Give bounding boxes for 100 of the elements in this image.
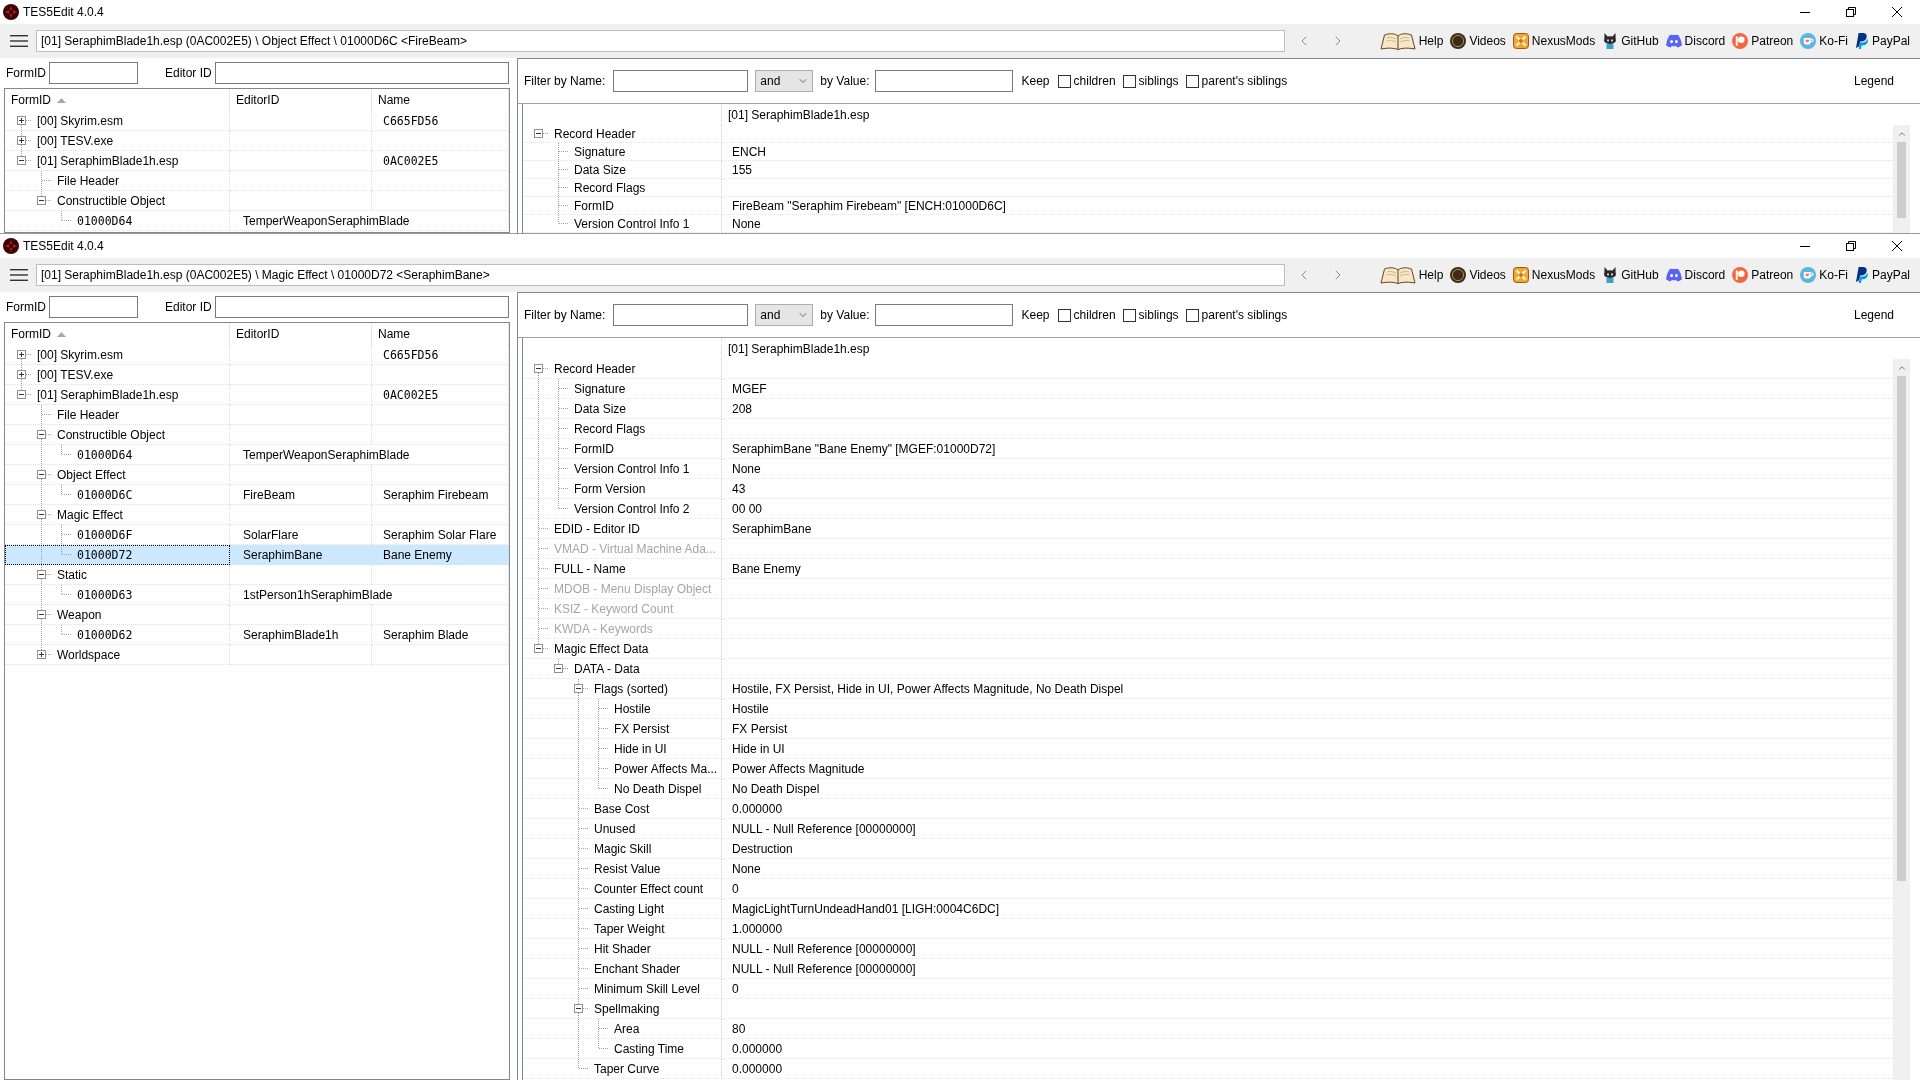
tree-node[interactable]: [00] Skyrim.esm [5, 111, 230, 131]
tree-node[interactable]: Constructible Object [5, 191, 230, 211]
keep-label: Keep [1021, 74, 1050, 88]
tree-node[interactable]: 01000D64 [5, 211, 230, 231]
toolbar-link[interactable]: Videos [1450, 267, 1506, 283]
tree-node[interactable]: Magic Effect [5, 505, 230, 525]
minus-box-icon[interactable] [554, 664, 563, 673]
tree-node[interactable]: File Header [5, 405, 230, 425]
toolbar-link[interactable]: NexusMods [1512, 33, 1596, 49]
column-header[interactable]: FormID [5, 323, 230, 345]
tree-node[interactable]: [00] TESV.exe [5, 131, 230, 151]
tree-node[interactable]: 01000D63 [5, 585, 230, 605]
tree-node[interactable]: [00] Skyrim.esm [5, 345, 230, 365]
name-cell: 0AC002E5 [372, 151, 509, 171]
plus-box-icon[interactable] [17, 136, 26, 145]
minus-box-icon[interactable] [17, 390, 26, 399]
column-header[interactable]: EditorID [230, 323, 372, 345]
column-header[interactable]: Name [372, 89, 509, 111]
legend-button[interactable]: Legend [1853, 74, 1894, 88]
toolbar-link[interactable]: NexusMods [1512, 267, 1596, 283]
scrollbar-thumb[interactable] [1897, 142, 1906, 218]
minus-box-icon[interactable] [17, 156, 26, 165]
tree-node[interactable]: [01] SeraphimBlade1h.esp [5, 151, 230, 171]
gamepad-icon [1665, 267, 1682, 283]
checkbox[interactable] [1122, 74, 1136, 88]
tree-node[interactable]: [01] SeraphimBlade1h.esp [5, 385, 230, 405]
tree-node[interactable]: File Header [5, 171, 230, 191]
toolbar-link[interactable]: Ko-Fi [1800, 267, 1848, 283]
tree-node[interactable]: 01000D72 [5, 545, 230, 565]
tree-node[interactable]: 01000D64 [5, 445, 230, 465]
field-value: 0.000000 [732, 1061, 783, 1076]
path-field[interactable]: [01] SeraphimBlade1h.esp (0AC002E5) \ Magic Effect \ 01000D72 <SeraphimBane> [36, 264, 1285, 286]
minus-box-icon[interactable] [37, 470, 46, 479]
legend-button[interactable]: Legend [1853, 308, 1894, 322]
checkbox[interactable] [1057, 308, 1071, 322]
toolbar-link[interactable]: GitHub [1602, 33, 1659, 49]
path-field[interactable]: [01] SeraphimBlade1h.esp (0AC002E5) \ Object Effect \ 01000D6C <FireBeam> [36, 30, 1285, 52]
column-header[interactable]: Name [372, 323, 509, 345]
filter-value-field[interactable] [874, 304, 1013, 326]
tree-node[interactable]: [00] TESV.exe [5, 365, 230, 385]
filter-value-field[interactable] [874, 70, 1013, 92]
plus-box-icon[interactable] [17, 370, 26, 379]
menu-icon[interactable] [10, 35, 28, 47]
tree-node[interactable]: 01000D6C [5, 485, 230, 505]
toolbar-link[interactable]: Ko-Fi [1800, 33, 1848, 49]
toolbar-link[interactable]: Help [1379, 32, 1444, 50]
minus-box-icon[interactable] [37, 430, 46, 439]
plus-box-icon[interactable] [17, 350, 26, 359]
minus-box-icon[interactable] [37, 610, 46, 619]
editor-id-field[interactable] [214, 296, 509, 318]
minus-box-icon[interactable] [37, 570, 46, 579]
column-header[interactable]: FormID [5, 89, 230, 111]
tree-node[interactable]: Object Effect [5, 465, 230, 485]
plus-box-icon[interactable] [17, 116, 26, 125]
toolbar-link[interactable]: Patreon [1732, 267, 1794, 283]
checkbox[interactable] [1185, 308, 1199, 322]
checkbox[interactable] [1185, 74, 1199, 88]
toolbar-link[interactable]: GitHub [1602, 267, 1659, 283]
minus-box-icon[interactable] [534, 644, 543, 653]
toolbar-link[interactable]: PayPal [1854, 267, 1910, 283]
tree-node[interactable]: Worldspace [5, 645, 230, 665]
checkbox[interactable] [1057, 74, 1071, 88]
toolbar-link[interactable]: Discord [1665, 33, 1726, 49]
minimize-icon[interactable] [1800, 11, 1810, 13]
plus-box-icon[interactable] [37, 650, 46, 659]
minus-box-icon[interactable] [534, 129, 543, 138]
tree-node[interactable]: Constructible Object [5, 425, 230, 445]
minus-box-icon[interactable] [574, 684, 583, 693]
editor-id-field[interactable] [214, 62, 509, 84]
operator-dropdown[interactable]: and [755, 304, 814, 326]
operator-dropdown[interactable]: and [755, 70, 814, 92]
field-value: NULL - Null Reference [00000000] [732, 941, 916, 956]
field-value: 0.000000 [732, 801, 783, 816]
menu-icon[interactable] [10, 269, 28, 281]
toolbar-link[interactable]: PayPal [1854, 33, 1910, 49]
minimize-icon[interactable] [1800, 245, 1810, 247]
restore-icon[interactable] [1846, 7, 1856, 17]
close-icon[interactable] [1892, 241, 1902, 251]
column-header[interactable]: EditorID [230, 89, 372, 111]
minus-box-icon[interactable] [37, 510, 46, 519]
checkbox[interactable] [1122, 308, 1136, 322]
scrollbar[interactable] [1893, 125, 1910, 233]
toolbar-link[interactable]: Videos [1450, 33, 1506, 49]
toolbar-link[interactable]: Patreon [1732, 33, 1794, 49]
tree-node[interactable]: Weapon [5, 605, 230, 625]
filter-name-field[interactable] [613, 70, 749, 92]
toolbar-link[interactable]: Discord [1665, 267, 1726, 283]
formid-field[interactable] [49, 296, 138, 318]
formid-field[interactable] [49, 62, 138, 84]
filter-name-field[interactable] [613, 304, 749, 326]
minus-box-icon[interactable] [534, 364, 543, 373]
minus-box-icon[interactable] [37, 196, 46, 205]
close-icon[interactable] [1892, 7, 1902, 17]
tree-node[interactable]: Static [5, 565, 230, 585]
tree-node[interactable]: 01000D62 [5, 625, 230, 645]
restore-icon[interactable] [1846, 241, 1856, 251]
toolbar-link[interactable]: Help [1379, 266, 1444, 284]
minus-box-icon[interactable] [574, 1004, 583, 1013]
scrollbar-thumb[interactable] [1897, 376, 1906, 881]
scrollbar[interactable] [1893, 359, 1910, 1080]
